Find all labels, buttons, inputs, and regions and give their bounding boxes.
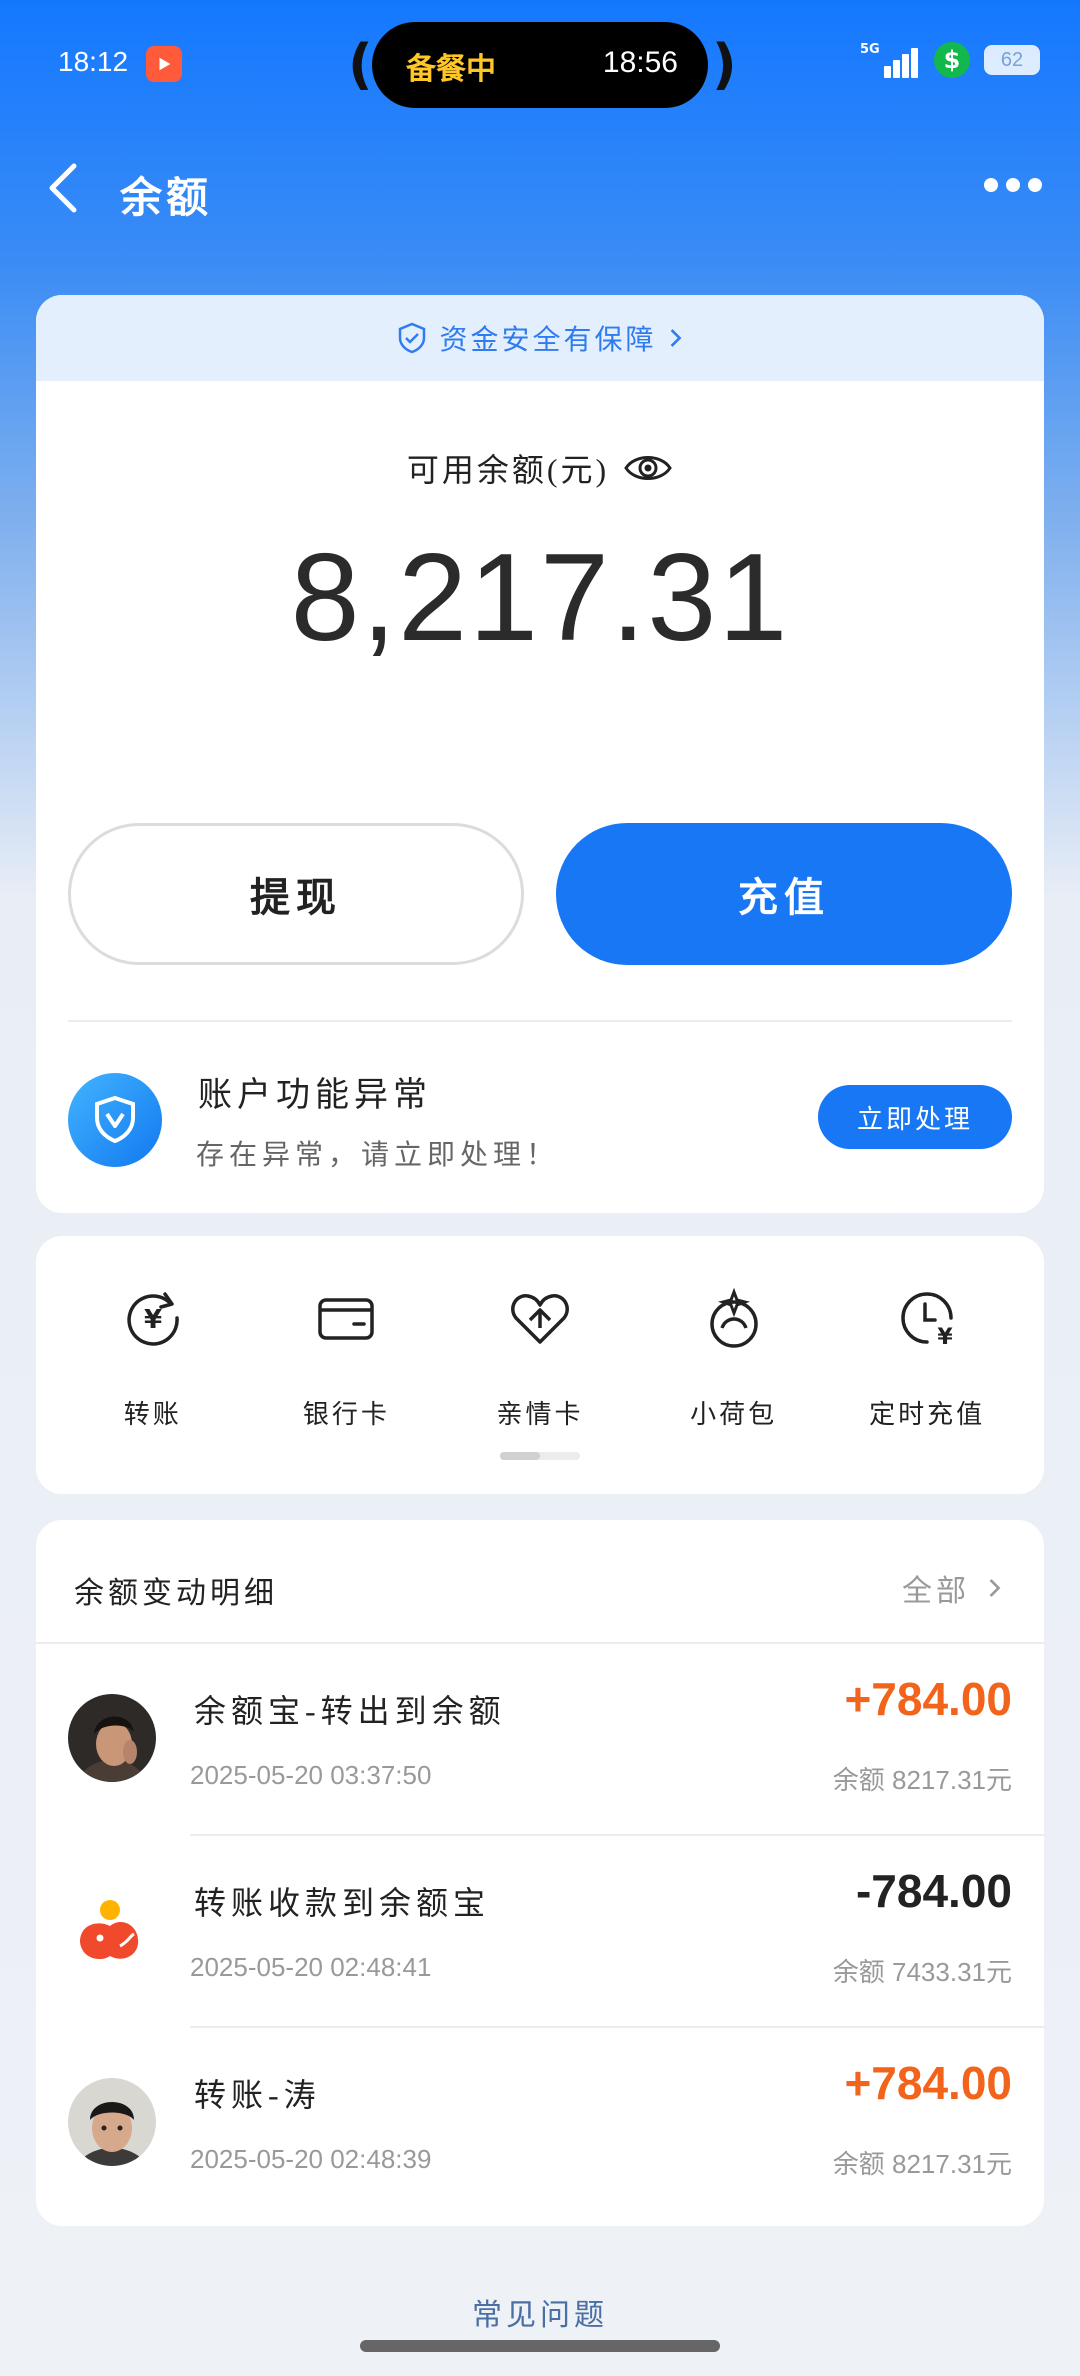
transaction-balance: 余额 7433.31元 (832, 1957, 1012, 1987)
quick-actions-row: ¥ 转账 银行卡 亲情卡 小荷包 ¥ 定时充值 (36, 1286, 1044, 1431)
svg-text:¥: ¥ (938, 1325, 954, 1350)
action-label: 亲情卡 (496, 1400, 584, 1429)
island-time: 18:56 (602, 46, 678, 79)
chevron-right-icon (989, 1579, 1001, 1597)
status-time: 18:12 (58, 46, 129, 77)
transaction-amount: +784.00 (844, 1673, 1012, 1725)
home-indicator[interactable] (360, 2340, 720, 2352)
balance-label: 可用余额(元) (406, 452, 610, 488)
transactions-title: 余额变动明细 (74, 1577, 278, 1610)
battery-icon: 62 (984, 45, 1040, 75)
transaction-time: 2025-05-20 02:48:41 (190, 1952, 432, 1982)
transaction-row[interactable]: 转账-涛 2025-05-20 02:48:39 +784.00 余额 8217… (36, 2028, 1044, 2220)
signal-icon: 5G (860, 40, 920, 80)
transactions-header: 余额变动明细 全部 (36, 1520, 1044, 1644)
svg-text:¥: ¥ (144, 1305, 162, 1335)
scroll-indicator (500, 1452, 580, 1460)
safety-banner[interactable]: 资金安全有保障 (36, 295, 1044, 381)
recharge-button[interactable]: 充值 (556, 823, 1012, 965)
transaction-title: 余额宝-转出到余额 (194, 1693, 506, 1729)
handle-now-button[interactable]: 立即处理 (818, 1085, 1012, 1149)
transaction-title: 转账收款到余额宝 (194, 1885, 491, 1921)
transaction-title: 转账-涛 (194, 2077, 321, 2113)
transaction-time: 2025-05-20 03:37:50 (190, 1760, 432, 1790)
pouch-icon (709, 1287, 758, 1348)
nav-bar: 余额 (0, 140, 1080, 240)
transaction-time: 2025-05-20 02:48:39 (190, 2144, 432, 2174)
payment-dollar-icon: $ (934, 42, 970, 78)
transaction-balance: 余额 8217.31元 (832, 2149, 1012, 2179)
page-title: 余额 (120, 176, 213, 222)
transaction-balance: 余额 8217.31元 (832, 1765, 1012, 1795)
alert-title: 账户功能异常 (198, 1077, 432, 1114)
balance-card: 资金安全有保障 可用余额(元) 8,217.31 提现 充值 账户功能异常 存在… (36, 295, 1044, 1213)
view-all-label: 全部 (902, 1575, 970, 1608)
transfer-icon: ¥ (127, 1292, 179, 1346)
network-type: 5G (860, 42, 880, 57)
scheduled-recharge-icon: ¥ (901, 1292, 954, 1350)
back-icon[interactable] (36, 158, 96, 218)
shield-v-icon (68, 1073, 162, 1167)
island-left-bracket: ( (348, 33, 373, 96)
faq-link[interactable]: 常见问题 (0, 2290, 1080, 2334)
transaction-amount: +784.00 (844, 2057, 1012, 2109)
avatar (68, 1694, 156, 1782)
transaction-row[interactable]: 余额宝-转出到余额 2025-05-20 03:37:50 +784.00 余额… (36, 1644, 1044, 1836)
action-pouch[interactable]: 小荷包 (644, 1286, 824, 1431)
battery-level: 62 (1000, 48, 1024, 71)
action-label: 小荷包 (690, 1400, 778, 1429)
eye-icon[interactable] (623, 448, 673, 488)
action-scheduled-recharge[interactable]: ¥ 定时充值 (837, 1286, 1017, 1431)
status-bar: 18:12 ( 备餐中 18:56 ) 5G $ 62 (0, 0, 1080, 130)
avatar (68, 2078, 156, 2166)
withdraw-button[interactable]: 提现 (68, 823, 524, 965)
action-label: 转账 (123, 1400, 182, 1429)
view-all-link[interactable]: 全部 (902, 1566, 1004, 1610)
action-bank-card[interactable]: 银行卡 (256, 1286, 436, 1431)
safety-banner-text: 资金安全有保障 (439, 325, 657, 356)
video-app-icon (146, 46, 182, 82)
dynamic-island[interactable]: 备餐中 18:56 (372, 22, 708, 108)
action-family-card[interactable]: 亲情卡 (450, 1286, 630, 1431)
chevron-right-icon (670, 329, 681, 347)
action-label: 银行卡 (302, 1400, 390, 1429)
island-status-text: 备餐中 (406, 53, 496, 86)
more-icon[interactable] (984, 170, 1044, 200)
divider (68, 1020, 1012, 1022)
transaction-amount: -784.00 (855, 1865, 1012, 1917)
shield-check-icon (399, 322, 426, 354)
bank-card-icon (318, 1298, 375, 1340)
transaction-row[interactable]: 转账收款到余额宝 2025-05-20 02:48:41 -784.00 余额 … (36, 1836, 1044, 2028)
balance-amount: 8,217.31 (290, 529, 790, 667)
status-icons: 5G $ 62 (860, 40, 1040, 80)
quick-actions-card: ¥ 转账 银行卡 亲情卡 小荷包 ¥ 定时充值 (36, 1236, 1044, 1494)
action-label: 定时充值 (869, 1400, 986, 1429)
family-card-icon (511, 1294, 569, 1344)
yuebao-logo-icon (68, 1886, 156, 1974)
action-transfer[interactable]: ¥ 转账 (63, 1286, 243, 1431)
island-right-bracket: ) (712, 33, 737, 96)
alert-subtitle: 存在异常，请立即处理！ (196, 1140, 560, 1171)
balance-label-row: 可用余额(元) (36, 445, 1044, 491)
transactions-card: 余额变动明细 全部 余额宝-转出到余额 2025-05-20 03:37:50 … (36, 1520, 1044, 2226)
